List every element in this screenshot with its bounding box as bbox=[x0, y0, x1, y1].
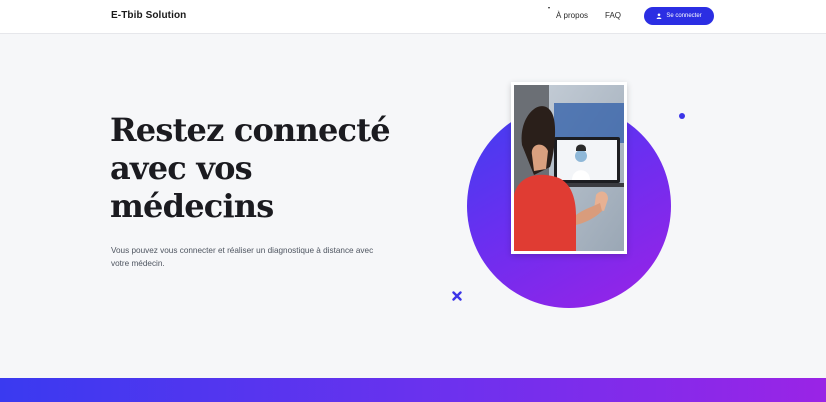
hero-title: Restez connecté avec vos médecins bbox=[110, 111, 391, 225]
login-button[interactable]: Se connecter bbox=[644, 7, 714, 25]
login-button-label: Se connecter bbox=[666, 13, 702, 19]
hero-subtitle: Vous pouvez vous connecter et réaliser u… bbox=[111, 246, 374, 268]
hero-illustration bbox=[511, 82, 627, 254]
telemedicine-photo bbox=[514, 85, 624, 251]
caret-icon bbox=[548, 7, 550, 9]
hero-title-line: Restez connecté bbox=[110, 111, 391, 149]
dot-icon bbox=[679, 113, 685, 119]
cross-icon bbox=[452, 291, 462, 301]
hero-title-line: médecins bbox=[110, 186, 274, 225]
user-icon bbox=[656, 13, 662, 19]
navbar: E-Tbib Solution À propos FAQ Se connecte… bbox=[0, 0, 826, 34]
brand-logo[interactable]: E-Tbib Solution bbox=[111, 10, 186, 21]
footer-gradient-band bbox=[0, 378, 826, 402]
hero-title-line: avec vos bbox=[110, 148, 253, 187]
nav-link-faq[interactable]: FAQ bbox=[605, 11, 621, 20]
nav-link-about[interactable]: À propos bbox=[556, 11, 588, 20]
